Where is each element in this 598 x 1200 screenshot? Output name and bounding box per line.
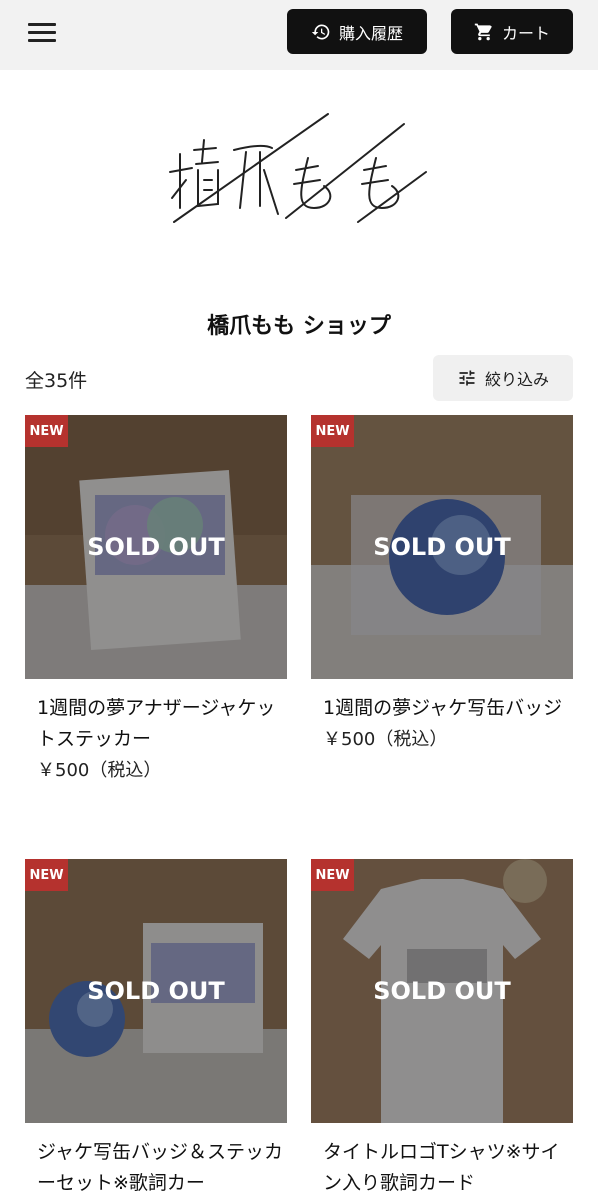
top-bar: 購入履歴 カート — [0, 0, 598, 70]
product-image[interactable]: SOLD OUT NEW — [25, 859, 287, 1123]
cart-button[interactable]: カート — [451, 9, 573, 54]
product-price: ￥500（税込） — [37, 760, 162, 781]
sold-out-label: SOLD OUT — [87, 533, 225, 561]
product-price: ￥500（税込） — [323, 729, 448, 750]
product-name[interactable]: ジャケ写缶バッジ＆ステッカーセット※歌詞カー — [25, 1137, 287, 1199]
product-card[interactable]: SOLD OUT NEW 1週間の夢ジャケ写缶バッジ ￥500（税込） — [311, 415, 573, 755]
product-image[interactable]: SOLD OUT NEW — [25, 415, 287, 679]
product-card[interactable]: SOLD OUT NEW ジャケ写缶バッジ＆ステッカーセット※歌詞カー — [25, 859, 287, 1199]
product-count: 全35件 — [25, 370, 88, 392]
sold-out-label: SOLD OUT — [373, 977, 511, 1005]
filter-label: 絞り込み — [484, 370, 549, 389]
product-card[interactable]: SOLD OUT NEW 1週間の夢アナザージャケットステッカー ￥500（税込… — [25, 415, 287, 786]
sold-out-label: SOLD OUT — [87, 977, 225, 1005]
filter-sliders-icon — [459, 370, 475, 386]
cart-label: カート — [501, 23, 550, 43]
purchase-history-button[interactable]: 購入履歴 — [287, 9, 427, 54]
product-card[interactable]: SOLD OUT NEW タイトルロゴTシャツ※サイン入り歌詞カード — [311, 859, 573, 1199]
product-image[interactable]: SOLD OUT NEW — [311, 859, 573, 1123]
new-badge: NEW — [25, 859, 68, 891]
product-name[interactable]: 1週間の夢ジャケ写缶バッジ — [311, 693, 573, 724]
new-badge: NEW — [311, 859, 354, 891]
new-badge: NEW — [25, 415, 68, 447]
artist-logo — [169, 113, 427, 223]
history-icon — [311, 24, 330, 39]
sold-out-label: SOLD OUT — [373, 533, 511, 561]
menu-icon[interactable] — [26, 18, 60, 48]
filter-button[interactable]: 絞り込み — [433, 355, 573, 401]
shop-title: 橋爪もも ショップ — [207, 314, 391, 339]
product-name[interactable]: タイトルロゴTシャツ※サイン入り歌詞カード — [311, 1137, 573, 1199]
product-name[interactable]: 1週間の夢アナザージャケットステッカー — [25, 693, 287, 755]
product-image[interactable]: SOLD OUT NEW — [311, 415, 573, 679]
new-badge: NEW — [311, 415, 354, 447]
purchase-history-label: 購入履歴 — [338, 23, 403, 43]
cart-icon — [474, 23, 492, 40]
